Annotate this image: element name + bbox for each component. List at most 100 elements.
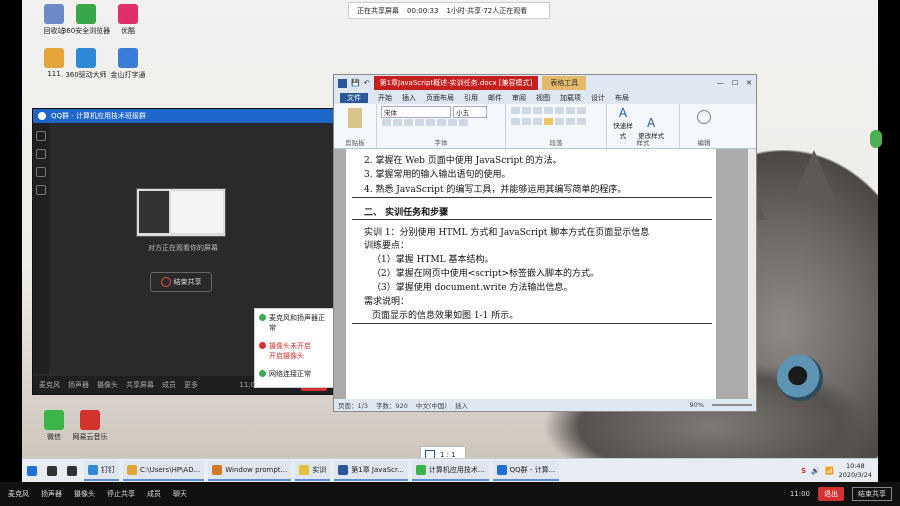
qq-sidebar [33, 123, 49, 374]
tab-4[interactable]: 引用 [464, 93, 478, 103]
tab-9[interactable]: 设计 [591, 93, 605, 103]
paste-icon[interactable] [348, 108, 362, 128]
save-icon[interactable]: 💾 [351, 79, 360, 87]
app-icon [27, 466, 37, 476]
styles-group: A 快速样式 A 更改样式 样式 [607, 104, 680, 148]
meeting-control-bar: 麦克风 扬声器 摄像头 停止共享 成员 聊天 11:00 退出 结束共享 [0, 482, 900, 506]
language[interactable]: 中文(中国) [416, 400, 447, 410]
taskbar-item[interactable]: Window prompt... [208, 461, 292, 481]
check-icon [259, 370, 266, 377]
zoom-slider[interactable] [712, 404, 752, 406]
page-count[interactable]: 页面：1/3 [338, 400, 368, 410]
tab-0[interactable]: 文件 [340, 92, 368, 103]
sharing-caption: 对方正在观看你的屏幕 [148, 244, 218, 252]
outer-speaker-button[interactable]: 扬声器 [41, 489, 62, 499]
word-count[interactable]: 字数：920 [376, 400, 408, 410]
outer-camera-button[interactable]: 摄像头 [74, 489, 95, 499]
ime-icon[interactable]: S [801, 467, 806, 475]
speaker-button[interactable]: 扬声器 [68, 380, 89, 390]
document-area[interactable]: 2. 掌握在 Web 页面中使用 JavaScript 的方法。 3. 掌握常用… [334, 149, 756, 399]
taskbar-item[interactable]: QQ群 - 计算... [492, 461, 560, 481]
table-border [352, 323, 712, 324]
maximize-icon[interactable]: ☐ [732, 79, 738, 87]
desktop-icon[interactable]: 优酷 [98, 4, 158, 36]
doc-line: 2. 掌握在 Web 页面中使用 JavaScript 的方法。 [364, 156, 562, 166]
outer-stop-share-button[interactable]: 停止共享 [107, 489, 135, 499]
taskbar-clock[interactable]: 10:48 2020/3/24 [839, 462, 872, 480]
taskbar-item[interactable]: 任务视图 [62, 461, 82, 481]
sidebar-file-icon[interactable] [36, 167, 46, 177]
sidebar-members-icon[interactable] [36, 149, 46, 159]
outer-chat-button[interactable]: 聊天 [173, 489, 187, 499]
minimize-icon[interactable]: — [717, 79, 724, 87]
section-heading: 二、 实训任务和步骤 [364, 208, 449, 218]
tab-10[interactable]: 布局 [615, 93, 629, 103]
app-icon [88, 465, 98, 475]
outer-members-button[interactable]: 成员 [147, 489, 161, 499]
taskbar-item[interactable]: 钉钉 [84, 461, 119, 481]
word-window[interactable]: 💾 ↶ 第1章JavaScript概述-实训任务.docx [兼容模式] 表格工… [333, 74, 757, 412]
word-document-title: 第1章JavaScript概述-实训任务.docx [兼容模式] [373, 76, 539, 90]
taskbar-item[interactable]: C:\Users\HP\AD... [123, 461, 205, 481]
quick-styles-button[interactable]: A 快速样式 [611, 106, 635, 140]
find-icon[interactable] [697, 110, 711, 124]
clipboard-group: 剪贴板 [334, 104, 377, 148]
warning-icon [259, 342, 266, 349]
tab-3[interactable]: 页面布局 [426, 93, 454, 103]
volume-icon[interactable]: 🔊 [811, 467, 820, 475]
sidebar-chat-icon[interactable] [36, 131, 46, 141]
font-size-select[interactable]: 小五 [453, 106, 488, 118]
qq-title-bar[interactable]: QQ群 - 计算机应用技术班级群 [33, 109, 333, 123]
doc-line: 页面显示的信息效果如图 1-1 所示。 [372, 311, 519, 321]
app-icon [212, 465, 223, 475]
cat-eye [777, 355, 823, 401]
tab-5[interactable]: 邮件 [488, 93, 502, 103]
insert-mode[interactable]: 插入 [455, 400, 468, 410]
desktop-icon[interactable]: 金山打字通 [98, 48, 158, 80]
doc-line: 实训 1：分别使用 HTML 方式和 JavaScript 脚本方式在页面显示信… [364, 228, 650, 238]
notif-item: 摄像头未开启 开启摄像头 [255, 337, 333, 365]
outer-mic-button[interactable]: 麦克风 [8, 489, 29, 499]
sidebar-settings-icon[interactable] [36, 185, 46, 195]
app-icon [76, 48, 96, 68]
taskbar-item[interactable]: 实训 [295, 461, 331, 481]
font-name-select[interactable]: 宋体 [381, 106, 451, 118]
floating-assistant-icon[interactable] [870, 130, 882, 148]
enable-camera-link[interactable]: 开启摄像头 [269, 352, 304, 360]
tab-8[interactable]: 加载项 [560, 93, 581, 103]
qq-logo-icon [38, 112, 46, 120]
taskbar-item[interactable]: 搜索 [42, 461, 62, 481]
stop-icon [160, 277, 171, 287]
mic-button[interactable]: 麦克风 [39, 380, 60, 390]
taskbar-item[interactable]: 第1章 JavaScr... [334, 461, 408, 481]
stop-share-button[interactable]: 结束共享 [150, 272, 212, 292]
ribbon: 剪贴板 宋体 小五 字体 段落 A 快速样式 A 更改样式 样式 编辑 [334, 104, 756, 149]
undo-icon[interactable]: ↶ [364, 79, 370, 87]
network-icon[interactable]: 📶 [825, 467, 834, 475]
tab-7[interactable]: 视图 [536, 93, 550, 103]
taskbar-item[interactable]: 计算机应用技术... [411, 461, 489, 481]
zoom-level[interactable]: 90% [690, 401, 704, 409]
tab-6[interactable]: 审阅 [512, 93, 526, 103]
table-tools-tab[interactable]: 表格工具 [542, 76, 587, 90]
vertical-scrollbar[interactable] [748, 149, 756, 399]
ribbon-tabs: 文件 开始 插入 页面布局 引用 邮件 审阅 视图 加载项 设计 布局 [334, 91, 756, 104]
taskbar-item[interactable]: 开始 [22, 461, 42, 481]
outer-exit-button[interactable]: 退出 [818, 487, 844, 501]
camera-button[interactable]: 摄像头 [97, 380, 118, 390]
notif-item: 麦克风和扬声器正常 [255, 309, 333, 337]
tab-2[interactable]: 插入 [402, 93, 416, 103]
tab-1[interactable]: 开始 [378, 93, 392, 103]
table-border [352, 197, 712, 198]
share-timer: 00:00:33 [407, 6, 439, 15]
doc-line: 训练要点： [364, 241, 410, 251]
word-logo-icon [338, 78, 347, 88]
share-screen-button[interactable]: 共享屏幕 [126, 380, 154, 390]
members-button[interactable]: 成员 [162, 380, 176, 390]
desktop-icon[interactable]: 网易云音乐 [60, 410, 120, 442]
close-icon[interactable]: ✕ [746, 79, 752, 87]
more-button[interactable]: 更多 [184, 380, 198, 390]
end-share-button[interactable]: 结束共享 [852, 487, 892, 501]
document-page[interactable]: 2. 掌握在 Web 页面中使用 JavaScript 的方法。 3. 掌握常用… [346, 149, 716, 399]
word-title-bar[interactable]: 💾 ↶ 第1章JavaScript概述-实训任务.docx [兼容模式] 表格工… [334, 75, 756, 91]
